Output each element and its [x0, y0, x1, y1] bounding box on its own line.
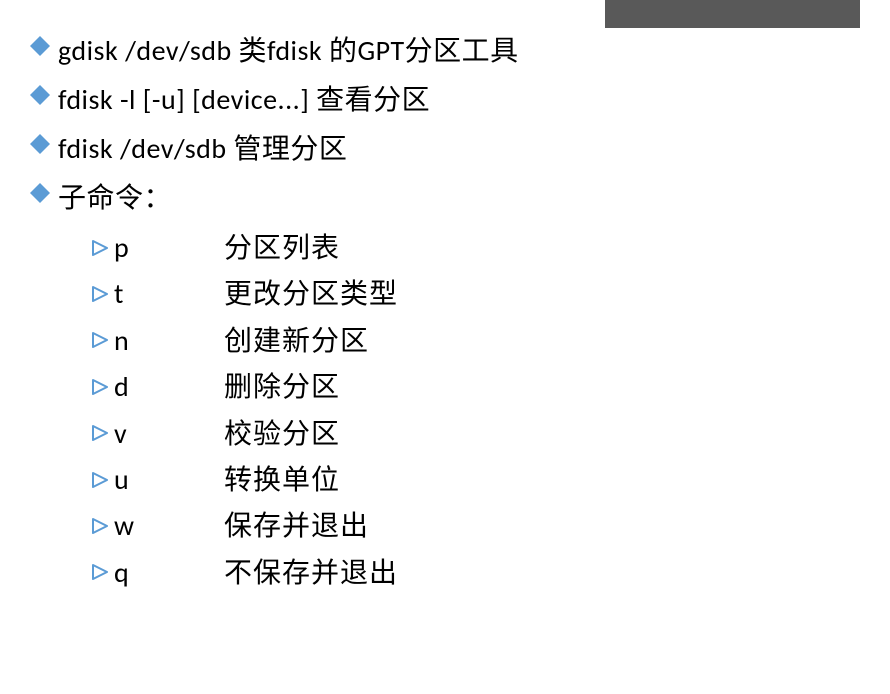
- subcommand-desc: 不保存并退出: [224, 551, 398, 594]
- subcommand-key: v: [114, 412, 224, 455]
- subcommand-desc: 分区列表: [224, 226, 340, 269]
- subcommand-key: n: [114, 319, 224, 362]
- arrow-icon: [92, 240, 114, 256]
- arrow-icon: [92, 472, 114, 488]
- subcommand-row: n 创建新分区: [92, 319, 890, 362]
- bullet-item: 子命令：: [30, 177, 890, 219]
- subcommand-desc: 校验分区: [224, 412, 340, 455]
- arrow-icon: [92, 518, 114, 534]
- top-accent-bar: [605, 0, 860, 28]
- subcommand-key: w: [114, 504, 224, 547]
- subcommand-row: d 删除分区: [92, 365, 890, 408]
- subcommand-desc: 更改分区类型: [224, 272, 398, 315]
- slide-content: gdisk /dev/sdb 类fdisk 的GPT分区工具 fdisk -l …: [30, 12, 890, 594]
- subcommand-desc: 转换单位: [224, 458, 340, 501]
- diamond-icon: [30, 134, 54, 154]
- subcommand-list: p 分区列表 t 更改分区类型 n 创建新分区: [92, 226, 890, 594]
- subcommand-row: q 不保存并退出: [92, 551, 890, 594]
- bullet-text: fdisk /dev/sdb 管理分区: [58, 128, 347, 170]
- diamond-icon: [30, 85, 54, 105]
- subcommand-desc: 创建新分区: [224, 319, 369, 362]
- subcommand-row: v 校验分区: [92, 412, 890, 455]
- bullet-text: 子命令：: [58, 177, 172, 219]
- subcommand-key: d: [114, 365, 224, 408]
- arrow-icon: [92, 332, 114, 348]
- arrow-icon: [92, 286, 114, 302]
- subcommand-key: p: [114, 226, 224, 269]
- bullet-text: gdisk /dev/sdb 类fdisk 的GPT分区工具: [58, 30, 519, 72]
- arrow-icon: [92, 425, 114, 441]
- diamond-icon: [30, 183, 54, 203]
- subcommand-key: q: [114, 551, 224, 594]
- subcommand-row: u 转换单位: [92, 458, 890, 501]
- diamond-icon: [30, 36, 54, 56]
- subcommand-desc: 保存并退出: [224, 504, 369, 547]
- subcommand-desc: 删除分区: [224, 365, 340, 408]
- bullet-item: fdisk -l [-u] [device...] 查看分区: [30, 79, 890, 121]
- bullet-item: gdisk /dev/sdb 类fdisk 的GPT分区工具: [30, 30, 890, 72]
- subcommand-key: t: [114, 272, 224, 315]
- bullet-text: fdisk -l [-u] [device...] 查看分区: [58, 79, 430, 121]
- subcommand-key: u: [114, 458, 224, 501]
- arrow-icon: [92, 564, 114, 580]
- subcommand-row: p 分区列表: [92, 226, 890, 269]
- subcommand-row: w 保存并退出: [92, 504, 890, 547]
- arrow-icon: [92, 379, 114, 395]
- bullet-item: fdisk /dev/sdb 管理分区: [30, 128, 890, 170]
- subcommand-row: t 更改分区类型: [92, 272, 890, 315]
